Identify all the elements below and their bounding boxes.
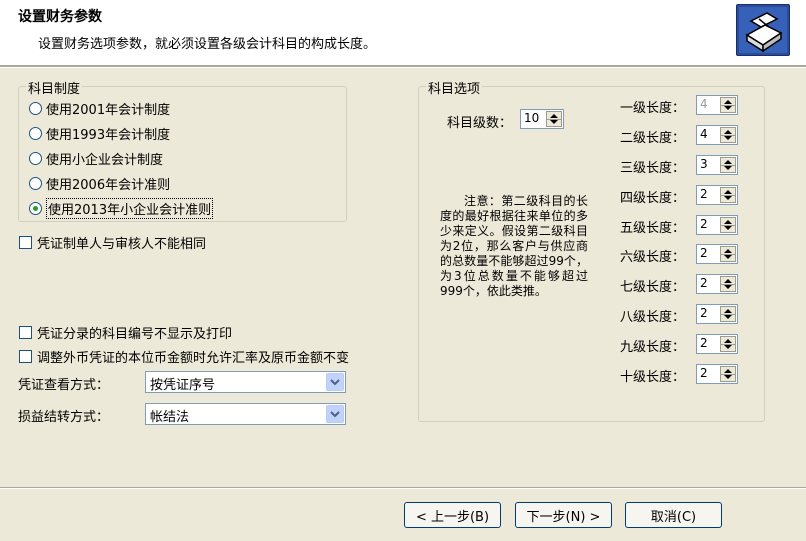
spin-arrows-icon[interactable] <box>720 246 736 262</box>
level-8-value: 2 <box>700 306 708 320</box>
checkbox-label: 调整外币凭证的本位币金额时允许汇率及原币金额不变 <box>37 350 350 366</box>
next-button[interactable]: 下一步(N) > <box>515 502 612 528</box>
checkbox[interactable] <box>19 349 32 363</box>
level-9-value: 2 <box>700 336 708 350</box>
level-8-spinner[interactable]: 2 <box>696 304 738 324</box>
level-1-label: 一级长度： <box>620 101 686 116</box>
pl-transfer-value: 帐结法 <box>150 410 190 425</box>
checkbox[interactable] <box>19 325 32 339</box>
level-1-value: 4 <box>700 97 708 111</box>
wizard-box-icon <box>736 4 790 56</box>
voucher-view-value: 按凭证序号 <box>150 378 216 393</box>
level-5-label: 五级长度： <box>620 221 686 236</box>
level-8-label: 八级长度： <box>620 310 686 325</box>
level-3-value: 3 <box>700 157 708 171</box>
level-1-spinner: 4 <box>696 95 738 115</box>
radio-1993[interactable]: 使用1993年会计制度 <box>29 123 170 143</box>
radio-button[interactable] <box>29 101 42 115</box>
radio-2001[interactable]: 使用2001年会计制度 <box>29 98 170 118</box>
levels-label: 科目级数： <box>447 116 513 131</box>
spin-arrows-icon[interactable] <box>720 157 736 173</box>
voucher-view-select[interactable]: 按凭证序号 <box>145 371 346 393</box>
spin-arrows-icon[interactable] <box>720 336 736 352</box>
level-10-spinner[interactable]: 2 <box>696 364 738 384</box>
radio-label: 使用1993年会计制度 <box>46 127 171 143</box>
radio-label: 使用2001年会计制度 <box>46 102 171 118</box>
level-10-value: 2 <box>700 366 708 380</box>
level-7-spinner[interactable]: 2 <box>696 274 738 294</box>
wizard-header: 设置财务参数 设置财务选项参数，就必须设置各级会计科目的构成长度。 <box>0 0 806 66</box>
radio-button[interactable] <box>29 151 42 165</box>
level-4-label: 四级长度： <box>620 191 686 206</box>
radio-label: 使用2006年会计准则 <box>46 177 171 193</box>
radio-button-selected[interactable] <box>29 201 42 215</box>
spin-arrows-icon[interactable] <box>720 127 736 143</box>
spin-arrows-icon[interactable] <box>720 187 736 203</box>
level-7-label: 七级长度： <box>620 280 686 295</box>
prev-button[interactable]: < 上一步(B) <box>404 502 501 528</box>
radio-small-enterprise[interactable]: 使用小企业会计制度 <box>29 148 163 168</box>
radio-label: 使用小企业会计制度 <box>46 152 164 168</box>
level-3-spinner[interactable]: 3 <box>696 155 738 175</box>
level-5-spinner[interactable]: 2 <box>696 215 738 235</box>
page-title: 设置财务参数 <box>18 9 102 25</box>
radio-2013[interactable]: 使用2013年小企业会计准则 <box>29 197 214 219</box>
level-9-spinner[interactable]: 2 <box>696 334 738 354</box>
note-text: 注意：第二级科目的长度的最好根据往来单位的多少来定义。假设第二级科目为2位，那么… <box>440 194 588 298</box>
radio-button[interactable] <box>29 126 42 140</box>
level-4-spinner[interactable]: 2 <box>696 185 738 205</box>
allow-rate-adjust-check[interactable]: 调整外币凭证的本位币金额时允许汇率及原币金额不变 <box>19 347 350 366</box>
radio-button[interactable] <box>29 176 42 190</box>
spin-arrows-icon[interactable] <box>720 276 736 292</box>
spin-arrows-icon[interactable] <box>546 111 562 127</box>
chevron-down-icon[interactable] <box>326 405 344 423</box>
spin-arrows-icon <box>720 97 736 113</box>
pl-transfer-select[interactable]: 帐结法 <box>145 403 346 425</box>
footer-divider <box>0 487 806 489</box>
cancel-button[interactable]: 取消(C) <box>625 502 722 528</box>
radio-label: 使用2013年小企业会计准则 <box>46 197 214 219</box>
level-6-label: 六级长度： <box>620 250 686 265</box>
account-system-group: 科目制度 使用2001年会计制度 使用1993年会计制度 使用小企业会计制度 使… <box>18 78 347 222</box>
level-5-value: 2 <box>700 217 708 231</box>
header-divider <box>0 66 806 68</box>
checkbox-label: 凭证制单人与审核人不能相同 <box>37 236 207 252</box>
level-2-label: 二级长度： <box>620 131 686 146</box>
level-6-value: 2 <box>700 246 708 260</box>
spin-arrows-icon[interactable] <box>720 366 736 382</box>
level-2-spinner[interactable]: 4 <box>696 125 738 145</box>
radio-2006[interactable]: 使用2006年会计准则 <box>29 173 170 193</box>
level-4-value: 2 <box>700 187 708 201</box>
account-options-legend: 科目选项 <box>426 78 483 97</box>
spin-arrows-icon[interactable] <box>720 306 736 322</box>
level-2-value: 4 <box>700 127 708 141</box>
chevron-down-icon[interactable] <box>326 373 344 391</box>
levels-value: 10 <box>524 111 540 125</box>
maker-reviewer-check[interactable]: 凭证制单人与审核人不能相同 <box>19 233 207 252</box>
voucher-view-label: 凭证查看方式： <box>18 378 110 393</box>
checkbox-label: 凭证分录的科目编号不显示及打印 <box>37 326 233 342</box>
hide-account-code-check[interactable]: 凭证分录的科目编号不显示及打印 <box>19 323 233 342</box>
level-10-label: 十级长度： <box>620 370 686 385</box>
level-7-value: 2 <box>700 276 708 290</box>
checkbox[interactable] <box>19 235 32 249</box>
page-subtitle: 设置财务选项参数，就必须设置各级会计科目的构成长度。 <box>38 37 377 52</box>
levels-spinner[interactable]: 10 <box>520 109 564 129</box>
level-9-label: 九级长度： <box>620 340 686 355</box>
account-system-legend: 科目制度 <box>26 78 83 97</box>
level-6-spinner[interactable]: 2 <box>696 244 738 264</box>
spin-arrows-icon[interactable] <box>720 217 736 233</box>
pl-transfer-label: 损益结转方式： <box>18 410 110 425</box>
level-3-label: 三级长度： <box>620 161 686 176</box>
